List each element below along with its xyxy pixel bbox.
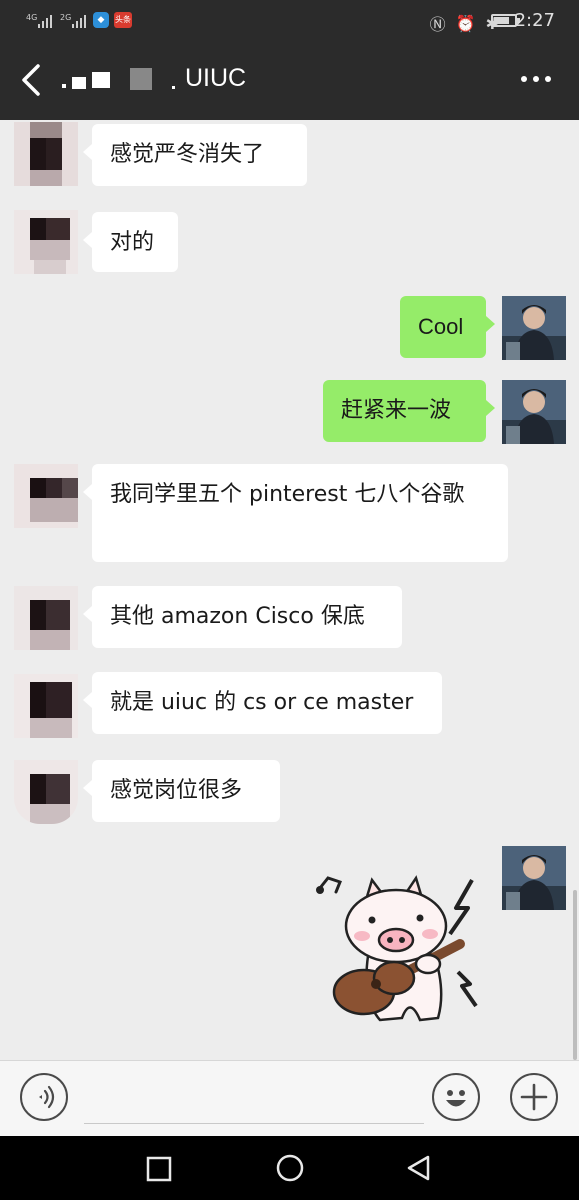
battery-icon: [491, 14, 520, 27]
pig-playing-guitar-sticker[interactable]: [310, 860, 490, 1030]
nfc-icon: Ⓝ: [429, 15, 446, 34]
status-bar: 4G 2G ◆ 头条 Ⓝ ⏰ ✱ 2:27: [0, 0, 579, 42]
redacted-name-block: [92, 71, 110, 88]
status-time: 2:27: [514, 10, 555, 31]
message-text: 就是 uiuc 的 cs or ce master: [110, 690, 414, 715]
signal-2g-label: 2G: [60, 13, 72, 22]
message-bubble[interactable]: 我同学里五个 pinterest 七八个谷歌: [83, 464, 508, 562]
chat-scrollbar[interactable]: [573, 890, 577, 1060]
back-triangle-icon[interactable]: [404, 1154, 432, 1182]
emoji-icon[interactable]: [432, 1073, 480, 1121]
message-text: 对的: [110, 230, 155, 255]
alarm-icon: ⏰: [455, 13, 476, 33]
message-bubble[interactable]: 感觉严冬消失了: [83, 124, 307, 186]
self-avatar[interactable]: [502, 380, 566, 444]
home-icon[interactable]: [275, 1153, 305, 1183]
message-text: 感觉岗位很多: [110, 778, 243, 803]
contact-avatar[interactable]: [14, 122, 78, 186]
chevron-left-icon[interactable]: [18, 62, 48, 98]
self-avatar[interactable]: [502, 846, 566, 910]
shield-app-icon: ◆: [93, 12, 109, 28]
chat-header: UIUC: [0, 42, 579, 120]
contact-avatar[interactable]: [14, 674, 78, 738]
message-text: 赶紧来一波: [341, 398, 452, 423]
message-input[interactable]: [84, 1075, 424, 1124]
self-avatar[interactable]: [502, 296, 566, 360]
message-list[interactable]: 感觉严冬消失了 对的 Cool 赶紧来一波 我同学里五个 pinterest 七…: [0, 120, 579, 1060]
chat-title: UIUC: [62, 64, 246, 93]
message-bubble[interactable]: 其他 amazon Cisco 保底: [83, 586, 402, 648]
message-text: 感觉严冬消失了: [110, 142, 265, 167]
redacted-name-block: [72, 76, 86, 89]
redacted-name-block: [62, 83, 66, 88]
system-navigation-bar: [0, 1136, 579, 1200]
more-dots-icon[interactable]: [521, 76, 551, 82]
self-avatar-image: [502, 846, 566, 910]
redacted-name-block: [172, 86, 175, 89]
news-app-icon: 头条: [114, 12, 132, 28]
contact-avatar[interactable]: [14, 586, 78, 650]
contact-avatar[interactable]: [14, 210, 78, 274]
contact-avatar[interactable]: [14, 464, 78, 528]
signal-bars-2-icon: [72, 12, 86, 28]
recent-apps-icon[interactable]: [146, 1156, 172, 1182]
redacted-name-block: [130, 67, 152, 90]
self-avatar-image: [502, 296, 566, 360]
plus-icon[interactable]: [510, 1073, 558, 1121]
message-text: Cool: [418, 314, 464, 339]
contact-avatar[interactable]: [14, 760, 78, 824]
signal-bars-icon: [38, 12, 52, 28]
message-bubble[interactable]: 感觉岗位很多: [83, 760, 280, 822]
voice-icon[interactable]: [20, 1073, 68, 1121]
message-bubble-self[interactable]: 赶紧来一波: [323, 380, 495, 442]
message-text: 我同学里五个 pinterest 七八个谷歌: [110, 482, 465, 507]
message-bubble-self[interactable]: Cool: [400, 296, 495, 358]
message-bubble[interactable]: 就是 uiuc 的 cs or ce master: [83, 672, 442, 734]
message-text: 其他 amazon Cisco 保底: [110, 604, 365, 629]
message-bubble[interactable]: 对的: [83, 212, 178, 272]
input-bar: [0, 1060, 579, 1136]
self-avatar-image: [502, 380, 566, 444]
chat-title-text: UIUC: [185, 64, 247, 92]
signal-4g-label: 4G: [26, 13, 38, 22]
